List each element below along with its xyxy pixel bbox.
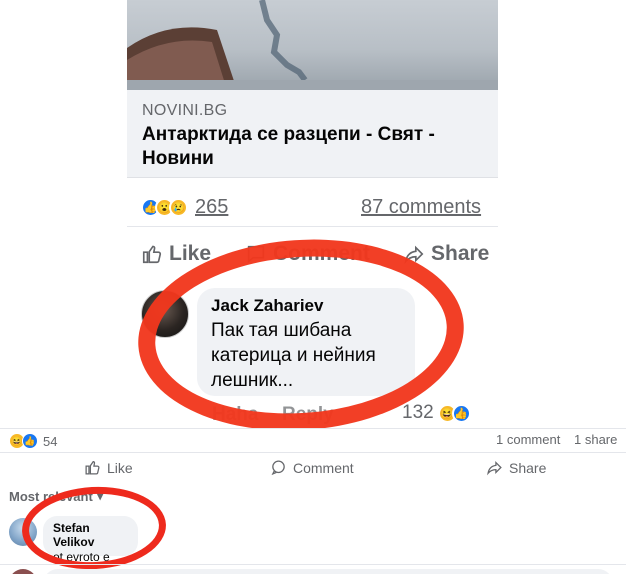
share-button[interactable]: Share <box>486 459 546 476</box>
comment-button[interactable]: Comment <box>270 459 354 476</box>
post-stats-bar: 😆 👍 54 1 comment 1 share <box>0 428 626 450</box>
like-button[interactable]: Like <box>84 459 133 476</box>
shared-comment-reaction-count: 132 <box>402 402 434 423</box>
post-reaction-count: 54 <box>43 433 58 449</box>
shared-comment-label: Comment <box>273 242 370 265</box>
shared-reaction-count[interactable]: 265 <box>195 196 228 219</box>
link-preview-image <box>127 0 498 90</box>
link-title[interactable]: Антарктида се разцепи - Свят - Новини <box>142 123 487 171</box>
shared-screenshot-image: NOVINI.BG Антарктида се разцепи - Свят -… <box>0 0 626 428</box>
post-action-bar: Like Comment Share <box>0 452 626 482</box>
current-user-avatar <box>9 569 37 574</box>
link-preview[interactable]: NOVINI.BG Антарктида се разцепи - Свят -… <box>127 90 498 178</box>
comment-sort-dropdown[interactable]: Most relevant ▾ <box>9 488 103 504</box>
shared-comments-count[interactable]: 87 comments <box>361 196 481 219</box>
like-label: Like <box>107 459 133 476</box>
shared-comment-reply[interactable]: Reply <box>282 404 334 426</box>
antarctica-photo <box>127 0 498 90</box>
shared-comment-reactions[interactable]: 132 😆 👍 <box>402 402 471 424</box>
comment-author-avatar[interactable] <box>9 518 37 546</box>
write-comment-row <box>0 564 626 574</box>
share-icon <box>404 245 424 265</box>
shared-like-label: Like <box>169 242 212 265</box>
shared-comment-haha[interactable]: Haha <box>212 404 258 426</box>
comment-icon <box>271 460 285 476</box>
share-label: Share <box>509 459 547 476</box>
comment-icon <box>247 245 265 264</box>
shared-action-bar: Like Comment Share <box>127 242 498 272</box>
comment-label: Comment <box>293 459 354 476</box>
link-domain: NOVINI.BG <box>142 102 228 119</box>
shared-share-button[interactable]: Share <box>403 242 489 266</box>
thumbs-up-icon <box>85 460 100 475</box>
shared-comment-text: Пак тая шибана катерица и нейния лешник.… <box>211 320 376 391</box>
shared-comment-author[interactable]: Jack Zahariev <box>211 296 401 316</box>
shared-comment-button[interactable]: Comment <box>245 242 370 266</box>
thumbs-up-icon <box>142 245 162 264</box>
comment-text: ot evroto e <box>53 550 110 564</box>
sad-reaction-icon: 😢 <box>169 198 188 217</box>
write-comment-input[interactable] <box>43 569 613 574</box>
share-icon <box>487 461 502 476</box>
like-reaction-icon: 👍 <box>22 433 38 449</box>
commenter-avatar[interactable] <box>141 290 189 338</box>
shared-post-reactions[interactable]: 👍 😮 😢 265 <box>141 196 228 219</box>
shared-like-button[interactable]: Like <box>141 242 211 266</box>
like-reaction-icon: 👍 <box>451 403 471 423</box>
shared-comment-bubble: Jack Zahariev Пак тая шибана катерица и … <box>197 288 415 396</box>
post-comments-count[interactable]: 1 comment <box>496 432 560 447</box>
divider <box>127 226 498 227</box>
comment-author-name[interactable]: Stefan Velikov <box>53 521 128 549</box>
chevron-down-icon: ▾ <box>96 488 104 503</box>
comment-bubble: Stefan Velikov ot evroto e <box>43 516 138 564</box>
post-reactions[interactable]: 😆 👍 54 <box>9 433 57 449</box>
post-shares-count[interactable]: 1 share <box>574 432 617 447</box>
sort-label: Most relevant <box>9 488 93 504</box>
shared-share-label: Share <box>431 242 490 265</box>
